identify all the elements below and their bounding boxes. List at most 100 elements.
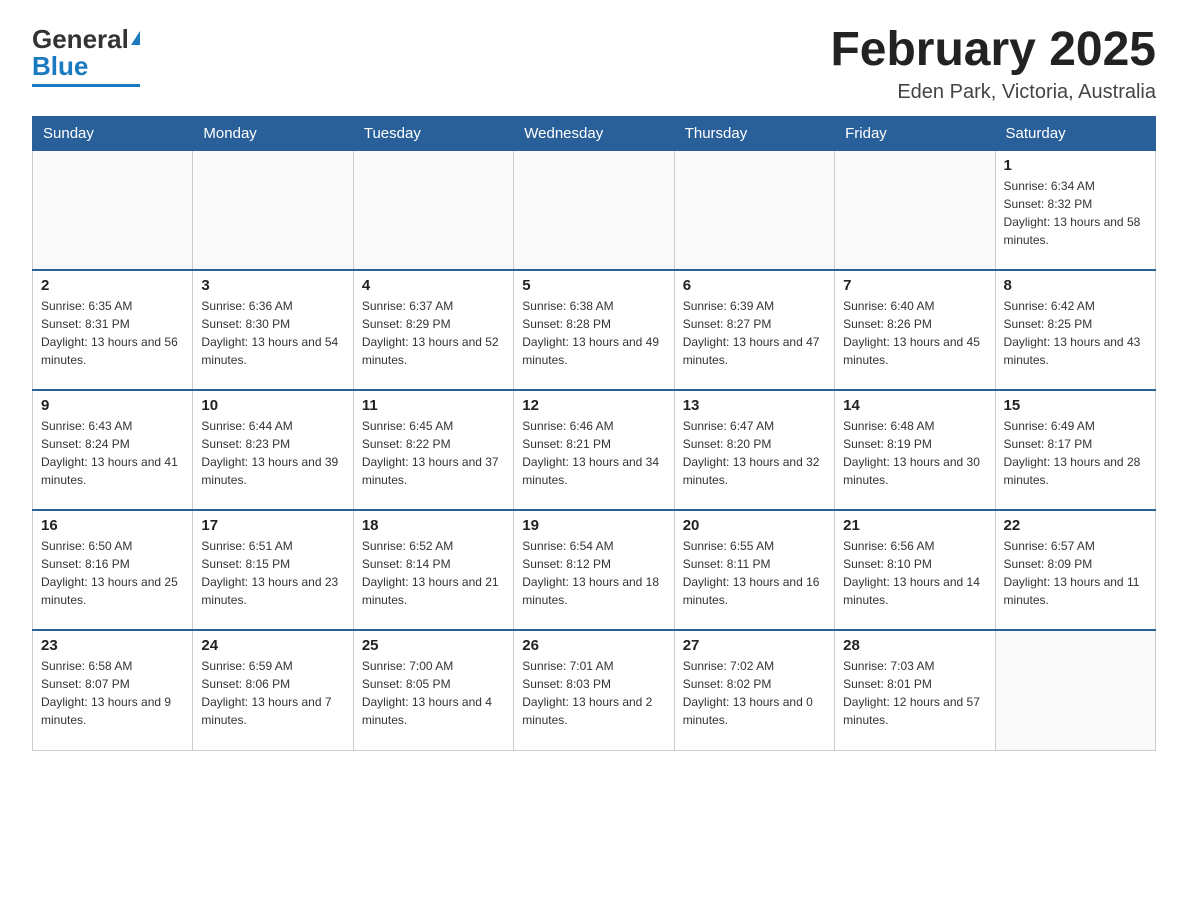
day-number: 14	[843, 397, 986, 414]
day-number: 18	[362, 517, 505, 534]
calendar-cell	[353, 150, 513, 270]
day-info: Sunrise: 6:43 AM Sunset: 8:24 PM Dayligh…	[41, 417, 184, 489]
day-info: Sunrise: 6:37 AM Sunset: 8:29 PM Dayligh…	[362, 297, 505, 369]
weekday-header-monday: Monday	[193, 116, 353, 150]
calendar-week-row: 1 Sunrise: 6:34 AM Sunset: 8:32 PM Daylig…	[33, 150, 1156, 270]
logo: General Blue	[32, 24, 140, 87]
calendar-cell	[674, 150, 834, 270]
day-number: 17	[201, 517, 344, 534]
day-info: Sunrise: 6:57 AM Sunset: 8:09 PM Dayligh…	[1004, 537, 1147, 609]
day-info: Sunrise: 6:51 AM Sunset: 8:15 PM Dayligh…	[201, 537, 344, 609]
day-info: Sunrise: 6:58 AM Sunset: 8:07 PM Dayligh…	[41, 657, 184, 729]
day-info: Sunrise: 6:56 AM Sunset: 8:10 PM Dayligh…	[843, 537, 986, 609]
weekday-header-row: SundayMondayTuesdayWednesdayThursdayFrid…	[33, 116, 1156, 150]
day-number: 25	[362, 637, 505, 654]
day-info: Sunrise: 6:44 AM Sunset: 8:23 PM Dayligh…	[201, 417, 344, 489]
calendar-cell: 16 Sunrise: 6:50 AM Sunset: 8:16 PM Dayli…	[33, 510, 193, 630]
logo-blue-text: Blue	[32, 51, 88, 82]
day-number: 26	[522, 637, 665, 654]
weekday-header-thursday: Thursday	[674, 116, 834, 150]
calendar-cell: 7 Sunrise: 6:40 AM Sunset: 8:26 PM Daylig…	[835, 270, 995, 390]
weekday-header-wednesday: Wednesday	[514, 116, 674, 150]
day-info: Sunrise: 6:59 AM Sunset: 8:06 PM Dayligh…	[201, 657, 344, 729]
calendar-cell: 26 Sunrise: 7:01 AM Sunset: 8:03 PM Dayli…	[514, 630, 674, 750]
calendar-cell: 22 Sunrise: 6:57 AM Sunset: 8:09 PM Dayli…	[995, 510, 1155, 630]
header: General Blue February 2025 Eden Park, Vi…	[32, 24, 1156, 104]
day-number: 22	[1004, 517, 1147, 534]
calendar-week-row: 16 Sunrise: 6:50 AM Sunset: 8:16 PM Dayli…	[33, 510, 1156, 630]
day-info: Sunrise: 6:55 AM Sunset: 8:11 PM Dayligh…	[683, 537, 826, 609]
day-number: 13	[683, 397, 826, 414]
month-title: February 2025	[830, 24, 1156, 77]
calendar-table: SundayMondayTuesdayWednesdayThursdayFrid…	[32, 116, 1156, 751]
day-number: 6	[683, 277, 826, 294]
day-info: Sunrise: 6:49 AM Sunset: 8:17 PM Dayligh…	[1004, 417, 1147, 489]
calendar-cell: 15 Sunrise: 6:49 AM Sunset: 8:17 PM Dayli…	[995, 390, 1155, 510]
calendar-cell: 8 Sunrise: 6:42 AM Sunset: 8:25 PM Daylig…	[995, 270, 1155, 390]
weekday-header-tuesday: Tuesday	[353, 116, 513, 150]
calendar-week-row: 9Sunrise: 6:43 AM Sunset: 8:24 PM Daylig…	[33, 390, 1156, 510]
calendar-cell: 21 Sunrise: 6:56 AM Sunset: 8:10 PM Dayli…	[835, 510, 995, 630]
title-area: February 2025 Eden Park, Victoria, Austr…	[830, 24, 1156, 104]
day-info: Sunrise: 6:48 AM Sunset: 8:19 PM Dayligh…	[843, 417, 986, 489]
day-info: Sunrise: 6:45 AM Sunset: 8:22 PM Dayligh…	[362, 417, 505, 489]
weekday-header-saturday: Saturday	[995, 116, 1155, 150]
day-number: 5	[522, 277, 665, 294]
day-number: 4	[362, 277, 505, 294]
day-info: Sunrise: 6:39 AM Sunset: 8:27 PM Dayligh…	[683, 297, 826, 369]
day-number: 27	[683, 637, 826, 654]
calendar-cell: 19Sunrise: 6:54 AM Sunset: 8:12 PM Dayli…	[514, 510, 674, 630]
location-title: Eden Park, Victoria, Australia	[830, 81, 1156, 104]
day-number: 21	[843, 517, 986, 534]
day-number: 8	[1004, 277, 1147, 294]
calendar-cell: 11 Sunrise: 6:45 AM Sunset: 8:22 PM Dayli…	[353, 390, 513, 510]
calendar-cell	[33, 150, 193, 270]
calendar-cell	[995, 630, 1155, 750]
day-info: Sunrise: 6:42 AM Sunset: 8:25 PM Dayligh…	[1004, 297, 1147, 369]
day-info: Sunrise: 6:50 AM Sunset: 8:16 PM Dayligh…	[41, 537, 184, 609]
day-info: Sunrise: 6:46 AM Sunset: 8:21 PM Dayligh…	[522, 417, 665, 489]
calendar-cell: 18Sunrise: 6:52 AM Sunset: 8:14 PM Dayli…	[353, 510, 513, 630]
calendar-cell: 20 Sunrise: 6:55 AM Sunset: 8:11 PM Dayli…	[674, 510, 834, 630]
calendar-cell: 28 Sunrise: 7:03 AM Sunset: 8:01 PM Dayli…	[835, 630, 995, 750]
calendar-cell	[514, 150, 674, 270]
calendar-cell: 4 Sunrise: 6:37 AM Sunset: 8:29 PM Daylig…	[353, 270, 513, 390]
day-info: Sunrise: 6:35 AM Sunset: 8:31 PM Dayligh…	[41, 297, 184, 369]
calendar-cell: 9Sunrise: 6:43 AM Sunset: 8:24 PM Daylig…	[33, 390, 193, 510]
day-info: Sunrise: 7:00 AM Sunset: 8:05 PM Dayligh…	[362, 657, 505, 729]
day-number: 10	[201, 397, 344, 414]
day-number: 23	[41, 637, 184, 654]
calendar-cell: 17 Sunrise: 6:51 AM Sunset: 8:15 PM Dayli…	[193, 510, 353, 630]
day-number: 20	[683, 517, 826, 534]
weekday-header-sunday: Sunday	[33, 116, 193, 150]
day-info: Sunrise: 6:36 AM Sunset: 8:30 PM Dayligh…	[201, 297, 344, 369]
day-number: 1	[1004, 157, 1147, 174]
calendar-cell: 6 Sunrise: 6:39 AM Sunset: 8:27 PM Daylig…	[674, 270, 834, 390]
day-info: Sunrise: 6:47 AM Sunset: 8:20 PM Dayligh…	[683, 417, 826, 489]
day-info: Sunrise: 7:03 AM Sunset: 8:01 PM Dayligh…	[843, 657, 986, 729]
day-number: 16	[41, 517, 184, 534]
day-info: Sunrise: 6:34 AM Sunset: 8:32 PM Dayligh…	[1004, 177, 1147, 249]
calendar-cell: 12Sunrise: 6:46 AM Sunset: 8:21 PM Dayli…	[514, 390, 674, 510]
calendar-week-row: 23 Sunrise: 6:58 AM Sunset: 8:07 PM Dayli…	[33, 630, 1156, 750]
day-number: 15	[1004, 397, 1147, 414]
day-number: 11	[362, 397, 505, 414]
day-number: 24	[201, 637, 344, 654]
calendar-header: SundayMondayTuesdayWednesdayThursdayFrid…	[33, 116, 1156, 150]
calendar-cell: 24 Sunrise: 6:59 AM Sunset: 8:06 PM Dayli…	[193, 630, 353, 750]
day-info: Sunrise: 7:01 AM Sunset: 8:03 PM Dayligh…	[522, 657, 665, 729]
logo-triangle-icon	[131, 31, 140, 45]
day-number: 7	[843, 277, 986, 294]
day-info: Sunrise: 6:40 AM Sunset: 8:26 PM Dayligh…	[843, 297, 986, 369]
calendar-cell: 27Sunrise: 7:02 AM Sunset: 8:02 PM Dayli…	[674, 630, 834, 750]
calendar-week-row: 2 Sunrise: 6:35 AM Sunset: 8:31 PM Daylig…	[33, 270, 1156, 390]
calendar-cell: 14 Sunrise: 6:48 AM Sunset: 8:19 PM Dayli…	[835, 390, 995, 510]
calendar-cell: 13 Sunrise: 6:47 AM Sunset: 8:20 PM Dayli…	[674, 390, 834, 510]
calendar-cell	[835, 150, 995, 270]
day-number: 28	[843, 637, 986, 654]
logo-underline	[32, 84, 140, 87]
day-number: 2	[41, 277, 184, 294]
calendar-cell: 2 Sunrise: 6:35 AM Sunset: 8:31 PM Daylig…	[33, 270, 193, 390]
calendar-cell: 23 Sunrise: 6:58 AM Sunset: 8:07 PM Dayli…	[33, 630, 193, 750]
day-number: 19	[522, 517, 665, 534]
